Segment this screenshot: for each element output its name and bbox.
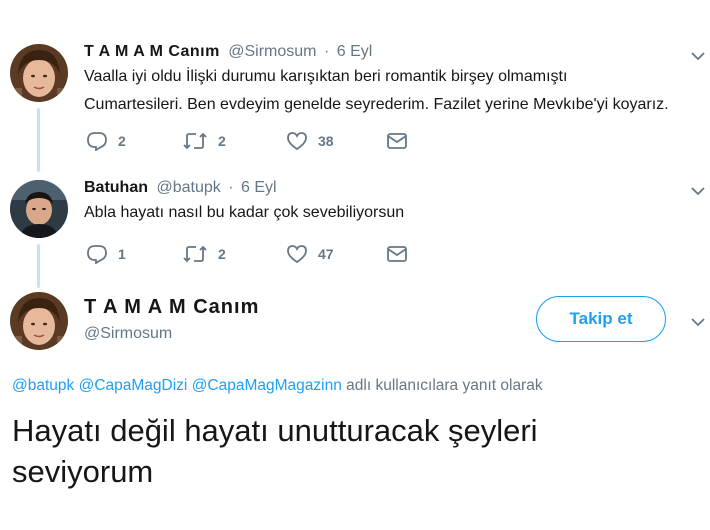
reply-count: 1: [118, 246, 126, 262]
dm-button[interactable]: [386, 245, 408, 263]
like-count: 47: [318, 246, 334, 262]
chevron-down-icon[interactable]: [690, 50, 706, 62]
like-button[interactable]: 47: [286, 244, 386, 264]
reply-button[interactable]: 2: [86, 131, 182, 151]
mention-link[interactable]: @batupk: [12, 377, 74, 394]
like-icon: [287, 132, 307, 151]
tweet-text-line: Hayatı değil hayatı unutturacak şeyleri: [12, 413, 538, 448]
retweet-count: 2: [218, 246, 226, 262]
reply-suffix: adlı kullanıcılara yanıt olarak: [346, 377, 543, 394]
follow-button[interactable]: Takip et: [536, 296, 666, 342]
like-count: 38: [318, 133, 334, 149]
tweet-actions: 2 2 38: [86, 131, 408, 151]
tweet-text-line: Cumartesileri. Ben evdeyim genelde seyre…: [84, 96, 669, 113]
chevron-down-icon[interactable]: [690, 185, 706, 197]
thread-line: [37, 108, 40, 172]
tweet-header: Batuhan @batupk · 6 Eyl: [84, 179, 277, 197]
tweet-date[interactable]: 6 Eyl: [241, 179, 277, 196]
chevron-down-icon[interactable]: [690, 316, 706, 328]
username[interactable]: @batupk: [156, 179, 220, 196]
display-name[interactable]: T A M A M Canım: [84, 43, 220, 60]
like-icon: [287, 245, 307, 264]
tweet-text: Vaalla iyi oldu İlişki durumu karışıktan…: [84, 64, 669, 117]
separator: ·: [323, 43, 330, 60]
avatar[interactable]: [10, 292, 68, 350]
dm-icon: [387, 246, 407, 262]
retweet-button[interactable]: 2: [182, 131, 286, 151]
reply-context: @batupk @CapaMagDizi @CapaMagMagazinn ad…: [12, 377, 543, 395]
tweet-actions: 1 2 47: [86, 244, 408, 264]
display-name[interactable]: Batuhan: [84, 179, 148, 196]
dm-icon: [387, 133, 407, 149]
username[interactable]: @Sirmosum: [228, 43, 316, 60]
tweet-date[interactable]: 6 Eyl: [337, 43, 373, 60]
mention-link[interactable]: @CapaMagMagazinn: [192, 377, 342, 394]
avatar[interactable]: [10, 44, 68, 102]
reply-button[interactable]: 1: [86, 244, 182, 264]
reply-icon: [87, 132, 107, 151]
like-button[interactable]: 38: [286, 131, 386, 151]
username[interactable]: @Sirmosum: [84, 325, 172, 343]
tweet-header: T A M A M Canım @Sirmosum · 6 Eyl: [84, 43, 372, 61]
dm-button[interactable]: [386, 132, 408, 150]
retweet-button[interactable]: 2: [182, 244, 286, 264]
reply-count: 2: [118, 133, 126, 149]
tweet-text: Abla hayatı nasıl bu kadar çok sevebiliy…: [84, 204, 405, 221]
retweet-icon: [183, 245, 207, 263]
tweet-text-line: Vaalla iyi oldu İlişki durumu karışıktan…: [84, 68, 568, 85]
tweet-text-line: seviyorum: [12, 454, 154, 489]
tweet-text: Hayatı değil hayatı unutturacak şeyleri …: [12, 410, 702, 492]
thread-line: [37, 244, 40, 288]
reply-icon: [87, 245, 107, 264]
avatar[interactable]: [10, 180, 68, 238]
display-name[interactable]: T A M A M Canım: [84, 296, 259, 319]
separator: ·: [228, 179, 234, 196]
retweet-icon: [183, 132, 207, 150]
retweet-count: 2: [218, 133, 226, 149]
mention-link[interactable]: @CapaMagDizi: [79, 377, 188, 394]
